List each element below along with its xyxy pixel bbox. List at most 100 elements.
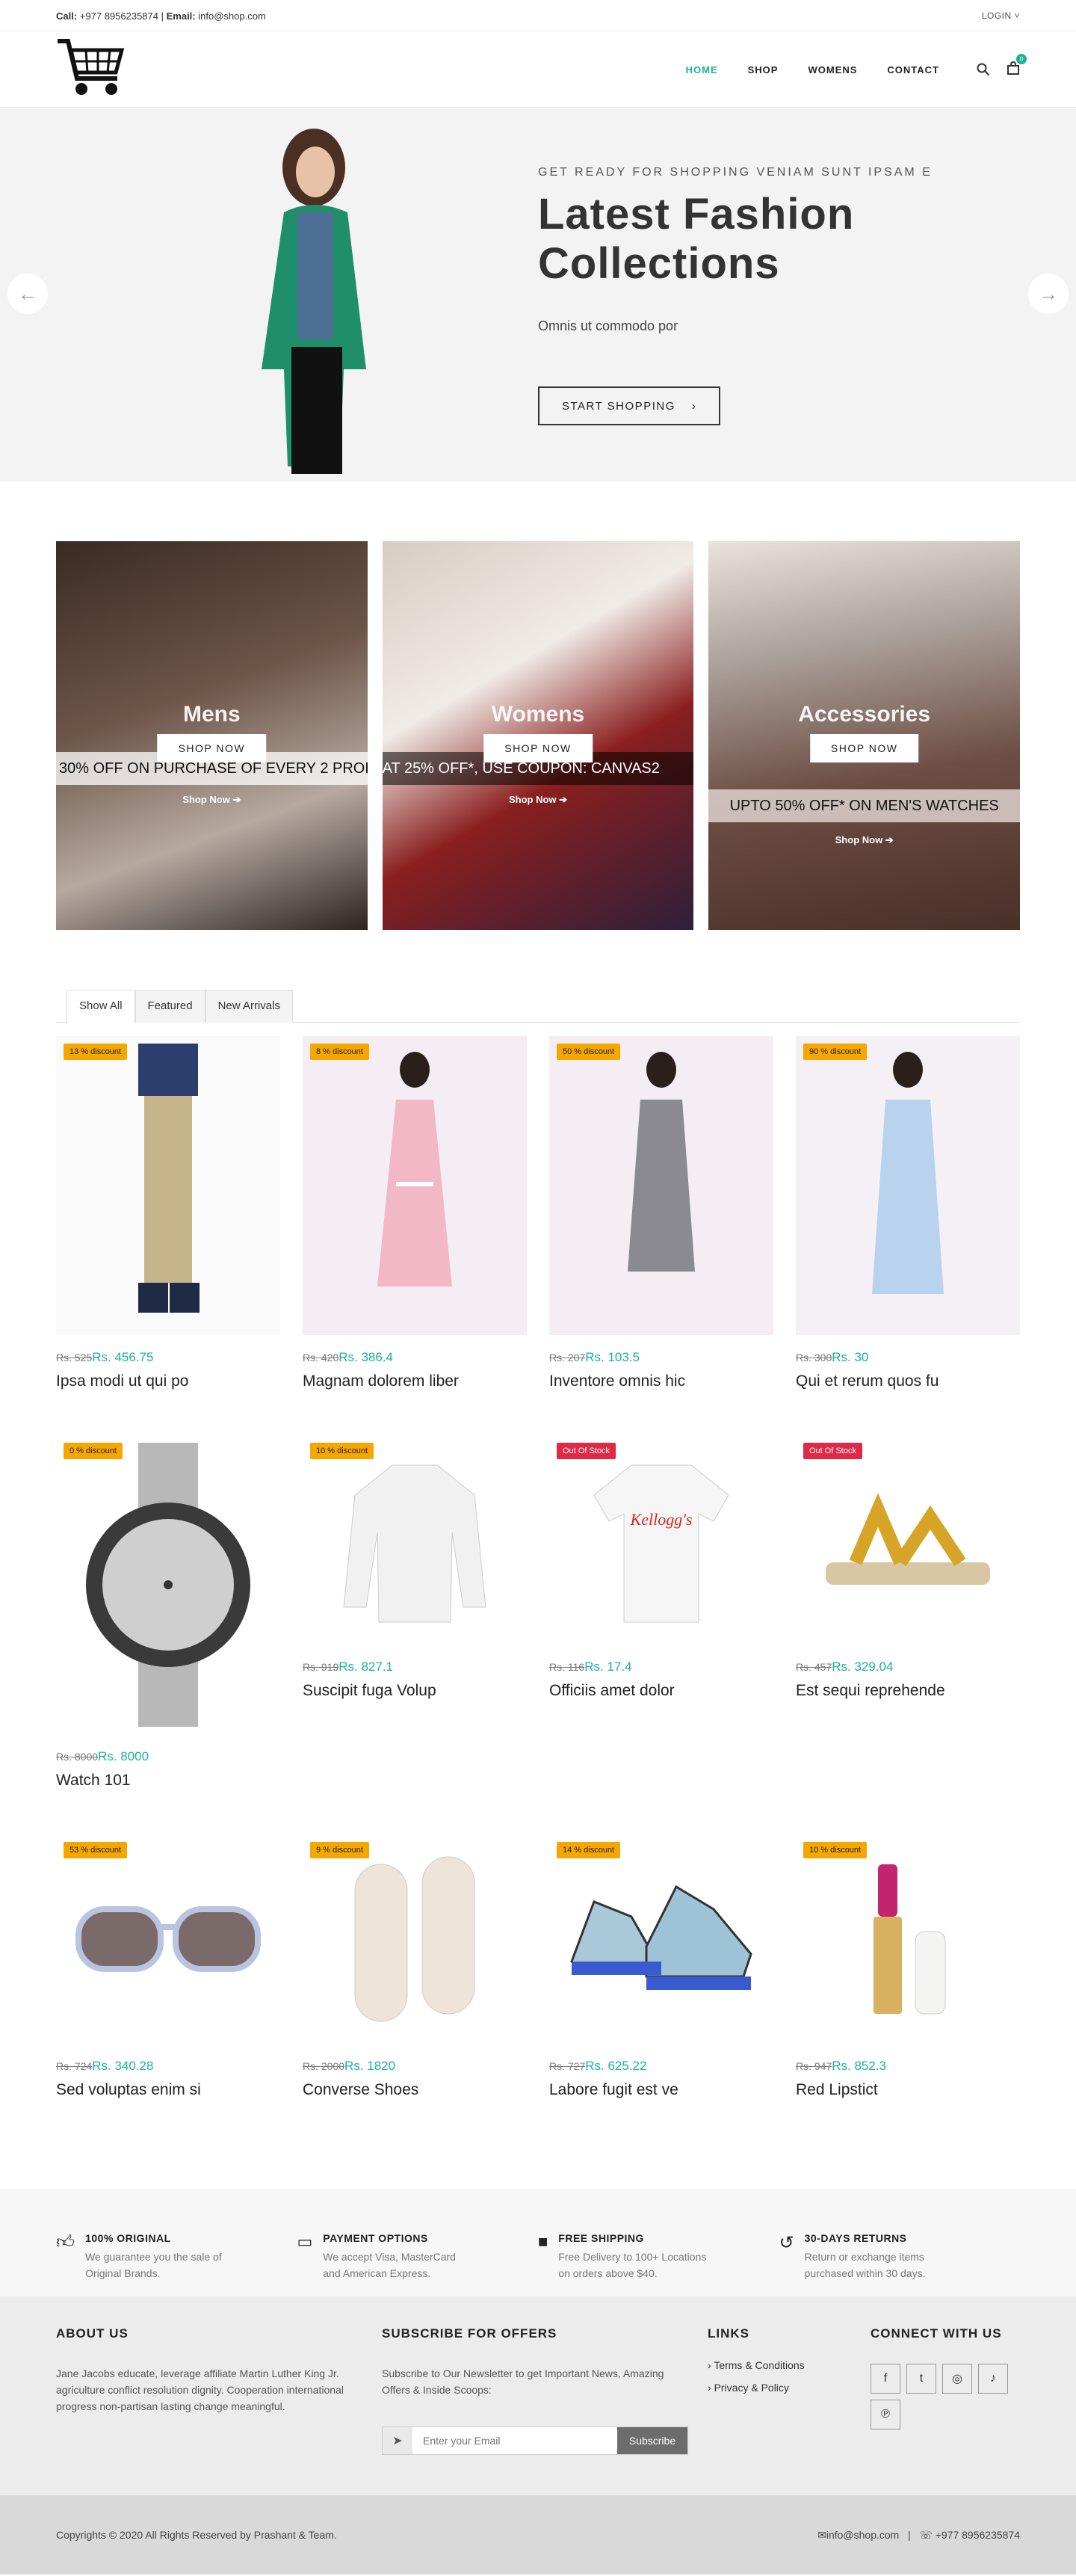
discount-badge: 10 % discount xyxy=(310,1443,374,1459)
feature-payment: ▭ PAYMENT OPTIONS We accept Visa, MasterC… xyxy=(297,2232,539,2281)
logo[interactable] xyxy=(56,35,125,105)
product-image[interactable]: 13 % discount xyxy=(56,1036,280,1335)
product-name[interactable]: Est sequi reprehende xyxy=(796,1682,1020,1700)
tiktok-icon[interactable]: ♪ xyxy=(978,2364,1008,2394)
chevron-right-icon: › xyxy=(691,399,697,413)
footer: ABOUT US Jane Jacobs educate, leverage a… xyxy=(0,2296,1076,2495)
product-price: Rs. 8000Rs. 8000 xyxy=(56,1749,149,1763)
cart-button[interactable]: 0 xyxy=(1007,53,1027,78)
product-card[interactable]: 10 % discount Rs. 919Rs. 827.1 Suscipit … xyxy=(303,1435,527,1790)
discount-badge: 13 % discount xyxy=(64,1044,128,1060)
product-name[interactable]: Inventore omnis hic xyxy=(549,1372,773,1390)
shop-now-button[interactable]: SHOP NOW xyxy=(809,734,919,762)
product-image[interactable]: 53 % discount xyxy=(56,1834,280,2044)
discount-badge: 10 % discount xyxy=(803,1842,868,1858)
product-card[interactable]: 14 % discount Rs. 727Rs. 625.22 Labore f… xyxy=(549,1834,773,2099)
product-image[interactable]: 10 % discount xyxy=(796,1834,1020,2044)
product-name[interactable]: Suscipit fuga Volup xyxy=(303,1682,527,1700)
start-shopping-label: START SHOPPING xyxy=(562,399,675,413)
product-image[interactable]: Kellogg's Out Of Stock xyxy=(549,1435,773,1645)
out-of-stock-badge: Out Of Stock xyxy=(803,1443,862,1459)
nav-shop[interactable]: SHOP xyxy=(748,64,779,76)
login-dropdown[interactable]: LOGIN ˅ xyxy=(982,10,1020,21)
product-image[interactable]: 50 % discount xyxy=(549,1036,773,1335)
product-card[interactable]: 8 % discount Rs. 420Rs. 386.4 Magnam dol… xyxy=(303,1036,527,1390)
footer-links: LINKS › Terms & Conditions › Privacy & P… xyxy=(708,2326,871,2455)
product-card[interactable]: Kellogg's Out Of Stock Rs. 116Rs. 17.4 O… xyxy=(549,1435,773,1790)
privacy-link[interactable]: › Privacy & Policy xyxy=(708,2382,871,2394)
start-shopping-button[interactable]: START SHOPPING › xyxy=(538,386,721,425)
product-name[interactable]: Red Lipstict xyxy=(796,2081,1020,2099)
product-card[interactable]: 53 % discount Rs. 724Rs. 340.28 Sed volu… xyxy=(56,1834,280,2099)
feature-original: 👍︎ 100% ORIGINAL We guarantee you the sal… xyxy=(56,2232,297,2281)
nav-womens[interactable]: WOMENS xyxy=(808,64,857,76)
pinterest-icon[interactable]: ℗ xyxy=(871,2400,900,2429)
terms-link[interactable]: › Terms & Conditions xyxy=(708,2359,871,2371)
product-name[interactable]: Qui et rerum quos fu xyxy=(796,1372,1020,1390)
discount-badge: 14 % discount xyxy=(557,1842,621,1858)
twitter-icon[interactable]: t xyxy=(906,2364,936,2394)
product-name[interactable]: Converse Shoes xyxy=(303,2081,527,2099)
email-input[interactable] xyxy=(412,2427,617,2454)
tab-show-all[interactable]: Show All xyxy=(67,990,135,1023)
svg-text:Kellogg's: Kellogg's xyxy=(630,1510,693,1529)
footer-contact: ✉info@shop.com | ☏ +977 8956235874 xyxy=(817,2528,1020,2541)
footer-phone[interactable]: ☏ +977 8956235874 xyxy=(919,2529,1020,2541)
product-name[interactable]: Officiis amet dolor xyxy=(549,1682,773,1700)
product-card[interactable]: 90 % discount Rs. 300Rs. 30 Qui et rerum… xyxy=(796,1036,1020,1390)
product-image[interactable]: 8 % discount xyxy=(303,1036,527,1335)
shop-now-link[interactable]: Shop Now ➔ xyxy=(56,794,368,806)
contact-info: Call: +977 8956235874 | Email: info@shop… xyxy=(56,10,266,22)
hero-model-image xyxy=(262,129,366,474)
main-nav: HOME SHOP WOMENS CONTACT 0 xyxy=(686,53,1027,78)
product-name[interactable]: Labore fugit est ve xyxy=(549,2081,773,2099)
product-image[interactable]: Out Of Stock xyxy=(796,1435,1020,1645)
nav-contact[interactable]: CONTACT xyxy=(887,64,939,76)
product-image[interactable]: 14 % discount xyxy=(549,1834,773,2044)
hero-subtitle: Omnis ut commodo por xyxy=(538,318,678,333)
product-price: Rs. 2000Rs. 1820 xyxy=(303,2059,396,2073)
footer-email[interactable]: ✉info@shop.com xyxy=(817,2529,899,2541)
slider-prev-button[interactable]: ← xyxy=(7,274,48,314)
shop-now-link[interactable]: Shop Now ➔ xyxy=(708,834,1020,846)
subscribe-button[interactable]: Subscribe xyxy=(617,2427,687,2454)
product-image[interactable]: 9 % discount xyxy=(303,1834,527,2044)
product-card[interactable]: 0 % discount Rs. 8000Rs. 8000 Watch 101 xyxy=(56,1435,280,1790)
tab-new-arrivals[interactable]: New Arrivals xyxy=(205,990,293,1023)
hero-text: GET READY FOR SHOPPING VENIAM SUNT IPSAM… xyxy=(538,166,933,425)
instagram-icon[interactable]: ◎ xyxy=(942,2364,972,2394)
copyright-bar: Copyrights © 2020 All Rights Reserved by… xyxy=(0,2495,1076,2575)
product-image[interactable]: 90 % discount xyxy=(796,1036,1020,1335)
tab-featured[interactable]: Featured xyxy=(134,990,205,1023)
product-name[interactable]: Watch 101 xyxy=(56,1772,280,1790)
out-of-stock-badge: Out Of Stock xyxy=(557,1443,616,1459)
nav-home[interactable]: HOME xyxy=(686,64,718,76)
product-name[interactable]: Sed voluptas enim si xyxy=(56,2081,280,2099)
product-card[interactable]: 9 % discount Rs. 2000Rs. 1820 Converse S… xyxy=(303,1834,527,2099)
shop-now-button[interactable]: SHOP NOW xyxy=(157,734,267,762)
search-icon[interactable] xyxy=(977,63,990,76)
product-card[interactable]: 13 % discount Rs. 525Rs. 456.75 Ipsa mod… xyxy=(56,1036,280,1390)
category-title: Womens xyxy=(491,702,585,727)
features-bar: 👍︎ 100% ORIGINAL We guarantee you the sal… xyxy=(0,2189,1076,2296)
email-label: Email: xyxy=(166,10,196,22)
shop-now-button[interactable]: SHOP NOW xyxy=(483,734,593,762)
facebook-icon[interactable]: f xyxy=(871,2364,900,2394)
category-mens[interactable]: Mens 30% OFF ON PURCHASE OF EVERY 2 PROD… xyxy=(56,541,368,930)
undo-icon: ↺ xyxy=(779,2233,794,2253)
category-title: Accessories xyxy=(798,702,931,727)
category-womens[interactable]: Womens AT 25% OFF*, USE COUPON: CANVAS2 … xyxy=(382,541,694,930)
discount-badge: 0 % discount xyxy=(64,1443,123,1459)
product-image[interactable]: 10 % discount xyxy=(303,1435,527,1645)
product-price: Rs. 727Rs. 625.22 xyxy=(549,2059,647,2073)
category-accessories[interactable]: Accessories SHOP NOW UPTO 50% OFF* ON ME… xyxy=(708,541,1021,930)
product-name[interactable]: Magnam dolorem liber xyxy=(303,1372,527,1390)
product-card[interactable]: Out Of Stock Rs. 457Rs. 329.04 Est sequi… xyxy=(796,1435,1020,1790)
product-card[interactable]: 50 % discount Rs. 207Rs. 103.5 Inventore… xyxy=(549,1036,773,1390)
product-card[interactable]: 10 % discount Rs. 947Rs. 852.3 Red Lipst… xyxy=(796,1834,1020,2099)
product-name[interactable]: Ipsa modi ut qui po xyxy=(56,1372,280,1390)
slider-next-button[interactable]: → xyxy=(1028,274,1069,314)
product-image[interactable]: 0 % discount xyxy=(56,1435,280,1734)
shop-now-link[interactable]: Shop Now ➔ xyxy=(383,794,694,806)
discount-badge: 9 % discount xyxy=(310,1842,369,1858)
